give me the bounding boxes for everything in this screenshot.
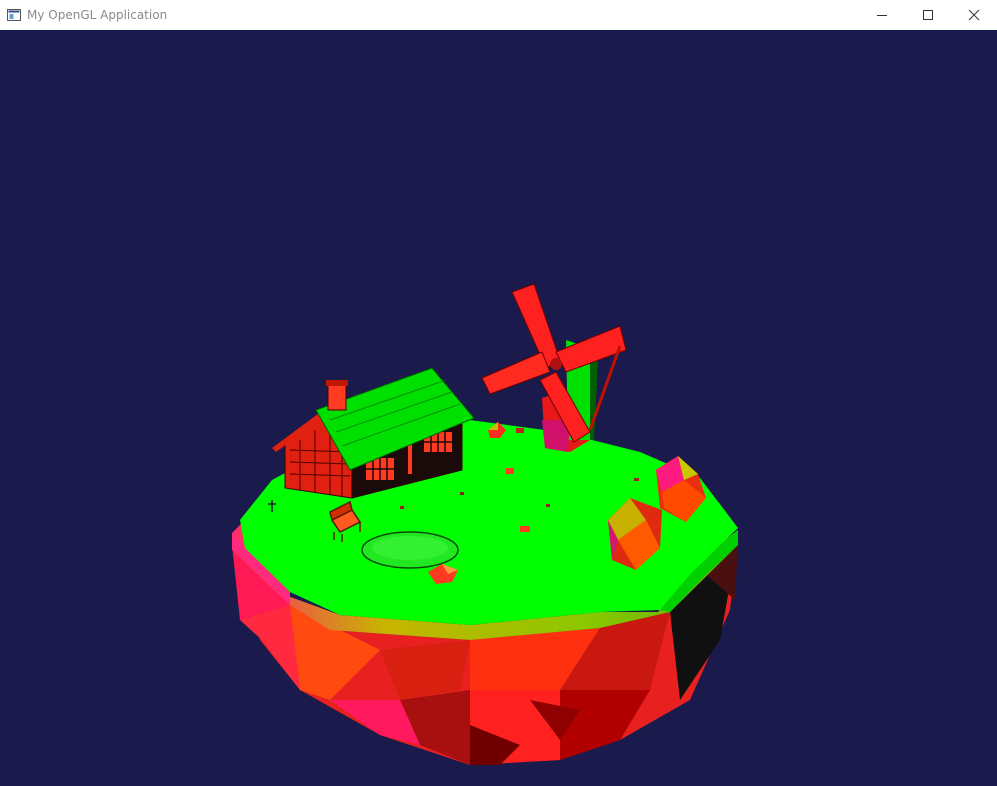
maximize-button[interactable] — [905, 0, 951, 30]
minimize-icon — [877, 15, 887, 16]
maximize-icon — [923, 10, 933, 20]
app-icon — [6, 7, 22, 23]
app-window: My OpenGL Application — [0, 0, 997, 786]
pond — [361, 531, 459, 569]
title-bar[interactable]: My OpenGL Application — [0, 0, 997, 30]
scene-canvas — [232, 283, 738, 765]
opengl-viewport[interactable] — [0, 30, 997, 786]
window-controls — [859, 0, 997, 30]
close-icon — [968, 9, 980, 21]
minimize-button[interactable] — [859, 0, 905, 30]
window-title: My OpenGL Application — [27, 8, 168, 22]
close-button[interactable] — [951, 0, 997, 30]
